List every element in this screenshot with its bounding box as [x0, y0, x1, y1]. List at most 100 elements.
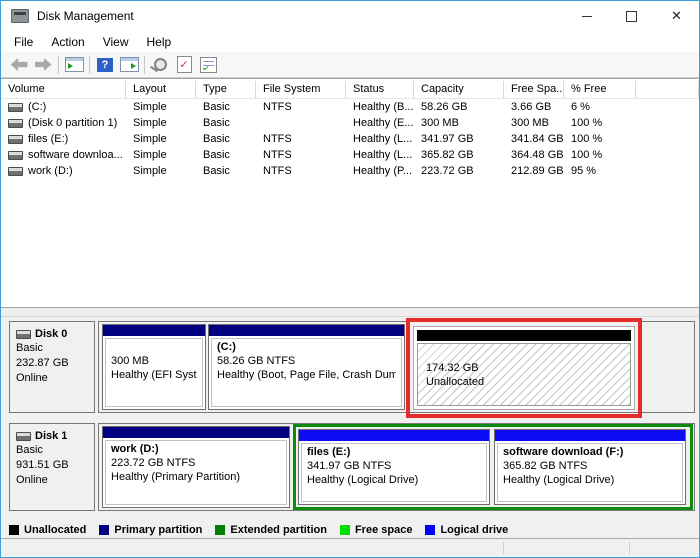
toolbar-separator: [89, 56, 90, 74]
column-header-capacity[interactable]: Capacity: [414, 81, 504, 98]
fs-cell: NTFS: [256, 147, 346, 163]
free-cell: 212.89 GB: [504, 163, 564, 179]
layout-cell: Simple: [126, 147, 196, 163]
disk-tools-button[interactable]: [148, 54, 172, 76]
fs-cell: [256, 115, 346, 131]
forward-button[interactable]: [31, 54, 55, 76]
partition-info: work (D:) 223.72 GB NTFS Healthy (Primar…: [105, 440, 287, 505]
capacity-cell: 365.82 GB: [414, 147, 504, 163]
column-header-freespace[interactable]: Free Spa...: [504, 81, 564, 98]
table-row[interactable]: (C:) Simple Basic NTFS Healthy (B... 58.…: [1, 99, 699, 115]
maximize-button[interactable]: [609, 1, 654, 31]
blank-cell: [636, 131, 699, 147]
partition-status: Unallocated: [426, 375, 630, 389]
partition-status: Healthy (Boot, Page File, Crash Dump, Pr…: [217, 368, 396, 382]
properties-button[interactable]: [196, 54, 220, 76]
layout-cell: Simple: [126, 115, 196, 131]
free-cell: 364.48 GB: [504, 147, 564, 163]
show-console-tree-button[interactable]: [62, 54, 86, 76]
disk-icon: [16, 432, 31, 441]
menu-view[interactable]: View: [94, 33, 138, 51]
blank-cell: [636, 147, 699, 163]
type-cell: Basic: [196, 99, 256, 115]
properties-list-icon: [200, 57, 217, 73]
partition-software-f[interactable]: software download (F:) 365.82 GB NTFS He…: [494, 429, 686, 505]
partition-name: files (E:): [307, 445, 481, 459]
column-header-volume[interactable]: Volume: [1, 81, 126, 98]
partition-size: 223.72 GB NTFS: [111, 456, 281, 470]
column-header-type[interactable]: Type: [196, 81, 256, 98]
partition-size: 365.82 GB NTFS: [503, 459, 677, 473]
column-header-blank: [636, 81, 699, 98]
pct-cell: 95 %: [564, 163, 636, 179]
partition-size: 300 MB: [111, 354, 197, 368]
table-row[interactable]: work (D:) Simple Basic NTFS Healthy (P..…: [1, 163, 699, 179]
type-cell: Basic: [196, 163, 256, 179]
partition-name: software download (F:): [503, 445, 677, 459]
partition-c[interactable]: (C:) 58.26 GB NTFS Healthy (Boot, Page F…: [208, 324, 405, 410]
unallocated-color-bar: [417, 330, 631, 341]
table-row[interactable]: files (E:) Simple Basic NTFS Healthy (L.…: [1, 131, 699, 147]
help-button[interactable]: ?: [93, 54, 117, 76]
column-header-status[interactable]: Status: [346, 81, 414, 98]
partition-color-bar: [495, 430, 685, 441]
layout-cell: Simple: [126, 131, 196, 147]
partition-info: (C:) 58.26 GB NTFS Healthy (Boot, Page F…: [211, 338, 402, 407]
legend-label: Primary partition: [114, 524, 202, 536]
table-row[interactable]: (Disk 0 partition 1) Simple Basic Health…: [1, 115, 699, 131]
volume-cell: software downloa...: [1, 147, 126, 163]
partition-color-bar: [299, 430, 489, 441]
volume-icon: [8, 167, 23, 176]
legend-bar: Unallocated Primary partition Extended p…: [1, 521, 699, 538]
partition-unallocated[interactable]: 174.32 GB Unallocated: [413, 326, 635, 410]
menu-action[interactable]: Action: [42, 33, 93, 51]
volume-icon: [8, 151, 23, 160]
partition-size: 341.97 GB NTFS: [307, 459, 481, 473]
partition-files-e[interactable]: files (E:) 341.97 GB NTFS Healthy (Logic…: [298, 429, 490, 505]
layout-cell: Simple: [126, 99, 196, 115]
layout-cell: Simple: [126, 163, 196, 179]
partition-efi[interactable]: 300 MB Healthy (EFI System Partition): [102, 324, 206, 410]
column-header-pctfree[interactable]: % Free: [564, 81, 636, 98]
menu-file[interactable]: File: [5, 33, 42, 51]
back-icon: [11, 58, 28, 71]
status-cell: Healthy (P...: [346, 163, 414, 179]
disk-icon: [16, 330, 31, 339]
disk-0-label-panel[interactable]: Disk 0 Basic 232.87 GB Online: [9, 321, 95, 413]
close-button[interactable]: ✕: [654, 1, 699, 31]
check-disk-button[interactable]: ✓: [172, 54, 196, 76]
show-action-pane-button[interactable]: [117, 54, 141, 76]
statusbar-separator: [503, 542, 504, 554]
volume-list: Volume Layout Type File System Status Ca…: [1, 78, 699, 307]
disk-1-label-panel[interactable]: Disk 1 Basic 931.51 GB Online: [9, 423, 95, 511]
legend-label: Logical drive: [440, 524, 508, 536]
minimize-icon: [582, 16, 592, 17]
splitter-handle[interactable]: [1, 307, 699, 317]
table-row[interactable]: software downloa... Simple Basic NTFS He…: [1, 147, 699, 163]
back-button[interactable]: [7, 54, 31, 76]
blank-cell: [636, 163, 699, 179]
volume-name: software downloa...: [28, 147, 123, 163]
volume-cell: files (E:): [1, 131, 126, 147]
partition-name: (C:): [217, 340, 396, 354]
column-header-layout[interactable]: Layout: [126, 81, 196, 98]
legend-swatch: [215, 525, 225, 535]
disk-0-row: Disk 0 Basic 232.87 GB Online 300 MB Hea…: [9, 321, 695, 413]
status-cell: Healthy (L...: [346, 131, 414, 147]
volume-cell: (C:): [1, 99, 126, 115]
legend-swatch: [9, 525, 19, 535]
legend-swatch: [99, 525, 109, 535]
column-header-filesystem[interactable]: File System: [256, 81, 346, 98]
status-bar: [1, 538, 699, 557]
graphical-view: Disk 0 Basic 232.87 GB Online 300 MB Hea…: [1, 317, 699, 521]
partition-work-d[interactable]: work (D:) 223.72 GB NTFS Healthy (Primar…: [102, 426, 290, 508]
toolbar-separator: [144, 56, 145, 74]
title-bar: Disk Management ✕: [1, 1, 699, 31]
volume-cell: (Disk 0 partition 1): [1, 115, 126, 131]
menu-help[interactable]: Help: [138, 33, 181, 51]
partition-status: Healthy (Logical Drive): [503, 473, 677, 487]
minimize-button[interactable]: [564, 1, 609, 31]
fs-cell: NTFS: [256, 99, 346, 115]
disk-0-partitions: 300 MB Healthy (EFI System Partition) (C…: [98, 321, 695, 413]
partition-color-bar: [103, 325, 205, 336]
